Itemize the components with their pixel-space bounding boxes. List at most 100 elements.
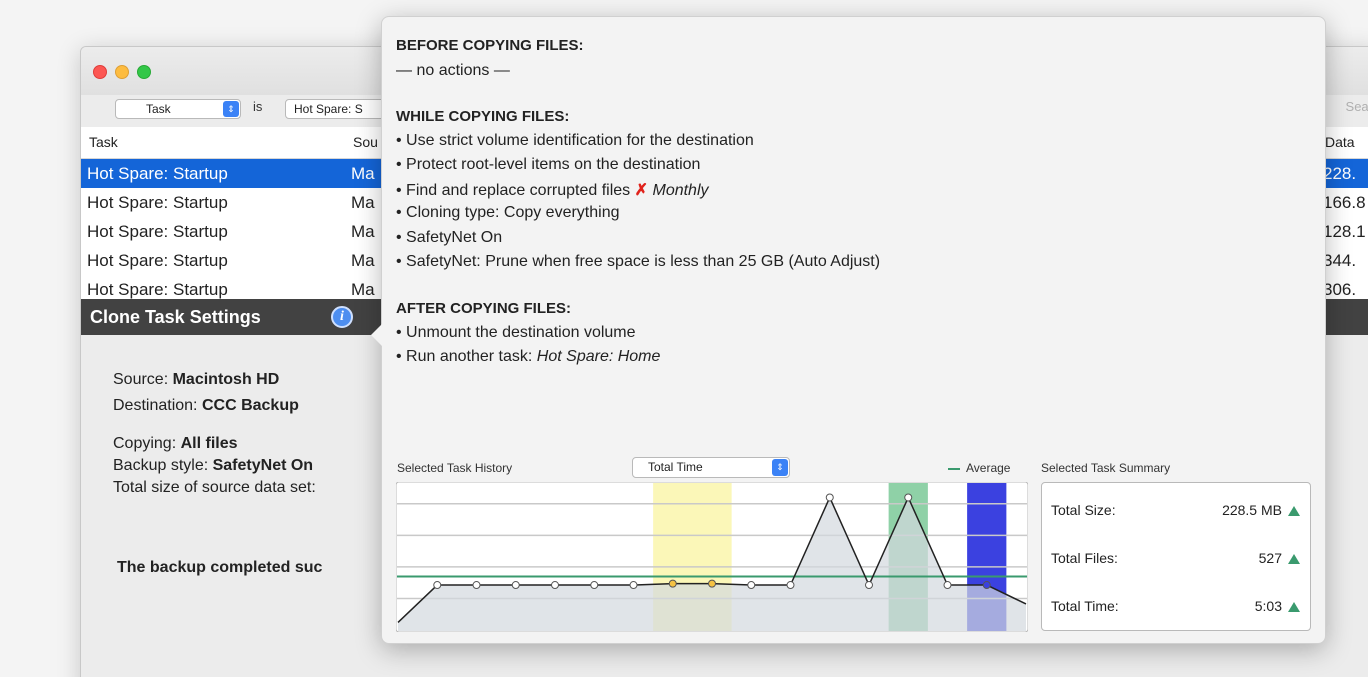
- close-window-button[interactable]: [93, 65, 107, 79]
- column-header-task[interactable]: Task: [89, 134, 118, 150]
- summary-value: 527: [1258, 550, 1282, 566]
- info-icon[interactable]: i: [331, 306, 353, 328]
- data-point: [904, 493, 913, 502]
- settings-title: Clone Task Settings: [90, 307, 261, 327]
- while-line-text: • Find and replace corrupted files: [396, 182, 631, 199]
- backup-style-value: SafetyNet On: [212, 457, 314, 474]
- backup-style-label: Backup style:: [113, 457, 209, 474]
- before-line: — no actions —: [396, 62, 510, 79]
- source-line: Source: Macintosh HD: [113, 371, 279, 389]
- data-point: [668, 579, 677, 588]
- search-field[interactable]: Sear: [1346, 99, 1368, 114]
- total-size-line: Total size of source data set:: [113, 479, 316, 497]
- data-point: [551, 581, 559, 590]
- data-point: [786, 581, 795, 590]
- average-legend: Average: [948, 461, 1010, 475]
- column-header-data[interactable]: Data: [1325, 134, 1355, 150]
- trend-up-icon: [1288, 602, 1300, 612]
- data-point: [629, 581, 638, 590]
- total-size-label: Total size of source data set:: [113, 479, 316, 496]
- after-line-run-task: • Run another task: Hot Spare: Home: [396, 348, 660, 366]
- chevron-updown-icon: ⇕: [772, 459, 788, 476]
- data-point: [865, 581, 873, 590]
- chevron-updown-icon: ⇕: [223, 101, 239, 117]
- while-heading: WHILE COPYING FILES:: [396, 108, 570, 125]
- data-cell: 228.: [1323, 164, 1357, 183]
- history-label: Selected Task History: [397, 461, 513, 475]
- source-value: Macintosh HD: [172, 371, 280, 388]
- data-point: [825, 493, 834, 502]
- data-cell: 306.: [1323, 280, 1357, 299]
- summary-value: 5:03: [1254, 598, 1282, 614]
- average-legend-swatch: [948, 467, 960, 470]
- task-cell: Hot Spare: Startup: [87, 193, 228, 212]
- minimize-window-button[interactable]: [115, 65, 129, 79]
- task-cell: Hot Spare: Startup: [87, 280, 228, 299]
- destination-line: Destination: CCC Backup: [113, 397, 299, 415]
- source-cell: Ma: [351, 222, 375, 241]
- data-cell: 344.: [1323, 251, 1357, 270]
- while-line: • Use strict volume identification for t…: [396, 132, 754, 149]
- filter-value-label: Hot Spare: S: [294, 102, 363, 116]
- summary-box: Total Size: 228.5 MB Total Files: 527 To…: [1041, 482, 1311, 631]
- data-point: [747, 581, 756, 590]
- filter-operator-label: is: [253, 99, 263, 114]
- task-cell: Hot Spare: Startup: [87, 164, 228, 183]
- before-heading: BEFORE COPYING FILES:: [396, 37, 584, 54]
- while-line-corrupted: • Find and replace corrupted files ✗ Mon…: [396, 180, 709, 200]
- corrupted-schedule: Monthly: [652, 182, 709, 199]
- destination-label: Destination:: [113, 397, 198, 414]
- trend-up-icon: [1288, 506, 1300, 516]
- destination-value: CCC Backup: [201, 397, 299, 414]
- after-heading: AFTER COPYING FILES:: [396, 300, 572, 317]
- task-details-popover: BEFORE COPYING FILES: — no actions — WHI…: [371, 16, 1326, 644]
- data-point: [708, 579, 716, 588]
- after-task-name: Hot Spare: Home: [536, 348, 661, 365]
- data-cell: 166.8: [1323, 193, 1366, 212]
- copying-label: Copying:: [113, 435, 177, 452]
- summary-key: Total Files:: [1051, 550, 1118, 566]
- popover-arrow: [371, 323, 383, 347]
- summary-value: 228.5 MB: [1222, 502, 1282, 518]
- summary-key: Total Time:: [1051, 598, 1119, 614]
- after-line: • Unmount the destination volume: [396, 324, 636, 341]
- backup-style-line: Backup style: SafetyNet On: [113, 457, 313, 475]
- backup-status-text: The backup completed suc: [117, 559, 323, 576]
- x-mark-icon: ✗: [634, 182, 649, 199]
- trend-up-icon: [1288, 554, 1300, 564]
- while-line: • SafetyNet On: [396, 229, 503, 246]
- data-point: [982, 581, 991, 590]
- data-cell: 128.1: [1323, 222, 1366, 241]
- summary-row-time: Total Time: 5:03: [1051, 596, 1300, 618]
- after-line-prefix: • Run another task:: [396, 348, 537, 365]
- average-legend-label: Average: [966, 461, 1011, 475]
- column-header-source[interactable]: Sou: [353, 134, 378, 150]
- data-point: [433, 581, 442, 590]
- source-cell: Ma: [351, 164, 375, 183]
- summary-key: Total Size:: [1051, 502, 1116, 518]
- source-label: Source:: [113, 371, 169, 388]
- task-history-chart: [396, 482, 1028, 632]
- summary-row-files: Total Files: 527: [1051, 548, 1300, 570]
- summary-label: Selected Task Summary: [1041, 461, 1171, 475]
- source-cell: Ma: [351, 193, 375, 212]
- data-point: [511, 581, 520, 590]
- filter-field-select[interactable]: Task ⇕: [115, 99, 241, 119]
- source-cell: Ma: [351, 251, 375, 270]
- summary-row-size: Total Size: 228.5 MB: [1051, 500, 1300, 522]
- copying-line: Copying: All files: [113, 435, 238, 453]
- data-point: [943, 581, 952, 590]
- while-line: • SafetyNet: Prune when free space is le…: [396, 253, 881, 270]
- data-point: [590, 581, 599, 590]
- data-point: [472, 581, 481, 590]
- task-cell: Hot Spare: Startup: [87, 251, 228, 270]
- history-metric-value: Total Time: [648, 460, 703, 474]
- task-cell: Hot Spare: Startup: [87, 222, 228, 241]
- while-line: • Cloning type: Copy everything: [396, 204, 620, 221]
- source-cell: Ma: [351, 280, 375, 299]
- zoom-window-button[interactable]: [137, 65, 151, 79]
- while-line: • Protect root-level items on the destin…: [396, 156, 701, 173]
- copying-value: All files: [180, 435, 238, 452]
- history-metric-select[interactable]: Total Time ⇕: [632, 457, 790, 478]
- filter-field-label: Task: [146, 102, 171, 116]
